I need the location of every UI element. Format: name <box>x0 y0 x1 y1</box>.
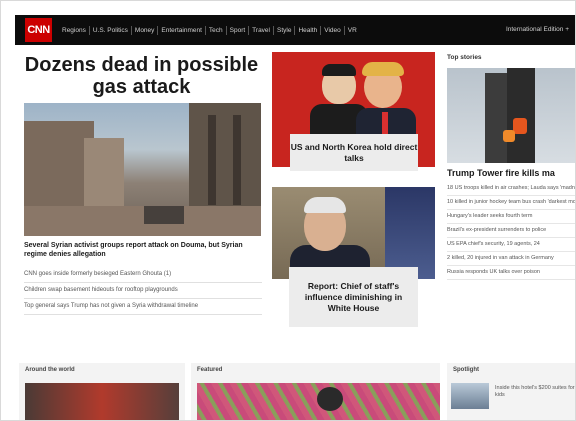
section-label: Featured <box>197 367 223 373</box>
around-the-world-section: Around the world <box>19 363 185 420</box>
person-hair <box>304 197 346 213</box>
top-story-headline[interactable]: Trump Tower fire kills ma <box>447 168 575 178</box>
spotlight-thumbnail[interactable] <box>451 383 489 409</box>
nav-item-sport[interactable]: Sport <box>227 25 250 35</box>
main-story-image[interactable] <box>24 103 261 236</box>
section-label: Spotlight <box>453 367 479 373</box>
list-item[interactable]: Russia responds UK talks over poison <box>447 266 575 280</box>
ruined-building-middle <box>84 138 124 213</box>
section-image[interactable] <box>25 383 179 420</box>
section-label: Around the world <box>25 367 75 373</box>
list-item[interactable]: Hungary's leader seeks fourth term <box>447 210 575 224</box>
people-silhouettes <box>144 206 184 224</box>
nav-item-money[interactable]: Money <box>132 25 159 35</box>
nav-item-us-politics[interactable]: U.S. Politics <box>90 25 132 35</box>
list-item[interactable]: 10 killed in junior hockey team bus cras… <box>447 196 575 210</box>
list-item[interactable]: Top general says Trump has not given a S… <box>24 299 262 315</box>
list-item[interactable]: 2 killed, 20 injured in van attack in Ge… <box>447 252 575 266</box>
edition-selector[interactable]: International Edition + <box>506 15 569 45</box>
nav-item-regions[interactable]: Regions <box>59 25 90 35</box>
top-navigation-bar: CNN Regions U.S. Politics Money Entertai… <box>15 15 575 45</box>
section-image[interactable] <box>197 383 440 420</box>
person-hair <box>362 62 404 76</box>
story-card-title[interactable]: Report: Chief of staff's influence dimin… <box>289 267 418 327</box>
nav-item-entertainment[interactable]: Entertainment <box>158 25 206 35</box>
fire <box>503 130 515 142</box>
building-column <box>233 115 241 205</box>
nav-item-health[interactable]: Health <box>295 25 322 35</box>
rubble <box>24 206 261 236</box>
story-card-image-chief-of-staff[interactable] <box>272 187 435 279</box>
building-column <box>208 115 216 205</box>
fire <box>513 118 527 134</box>
list-item[interactable]: 18 US troops killed in air crashes; Laud… <box>447 182 575 196</box>
ruined-building-right <box>189 103 261 213</box>
nav-item-tech[interactable]: Tech <box>206 25 227 35</box>
list-item[interactable]: Brazil's ex-president surrenders to poli… <box>447 224 575 238</box>
person-with-cap <box>317 387 343 411</box>
featured-section: Featured <box>191 363 440 420</box>
nav-item-style[interactable]: Style <box>274 25 296 35</box>
nav-item-travel[interactable]: Travel <box>249 25 274 35</box>
tower-building <box>507 68 535 163</box>
browser-frame: CNN Regions U.S. Politics Money Entertai… <box>0 0 576 421</box>
flag-background <box>385 187 435 279</box>
cnn-logo[interactable]: CNN <box>25 18 52 42</box>
top-stories-label: Top stories <box>447 54 482 61</box>
person-hair <box>322 64 356 76</box>
top-stories-list: 18 US troops killed in air crashes; Laud… <box>447 182 575 280</box>
main-headline[interactable]: Dozens dead in possible gas attack <box>19 54 264 98</box>
spotlight-text[interactable]: Inside this hotel's $200 suites for kids <box>495 385 575 399</box>
top-story-image[interactable] <box>447 68 575 163</box>
main-related-links: CNN goes inside formerly besieged Easter… <box>24 267 262 315</box>
list-item[interactable]: US EPA chief's security, 19 agents, 24 <box>447 238 575 252</box>
nav-item-video[interactable]: Video <box>321 25 345 35</box>
list-item[interactable]: Children swap basement hideouts for roof… <box>24 283 262 299</box>
nav-item-vr[interactable]: VR <box>345 26 360 35</box>
main-story-caption[interactable]: Several Syrian activist groups report at… <box>24 241 259 259</box>
story-card-title[interactable]: US and North Korea hold direct talks <box>290 134 418 171</box>
list-item[interactable]: CNN goes inside formerly besieged Easter… <box>24 267 262 283</box>
spotlight-section: Spotlight Inside this hotel's $200 suite… <box>447 363 575 420</box>
nav-menu: Regions U.S. Politics Money Entertainmen… <box>59 15 360 45</box>
